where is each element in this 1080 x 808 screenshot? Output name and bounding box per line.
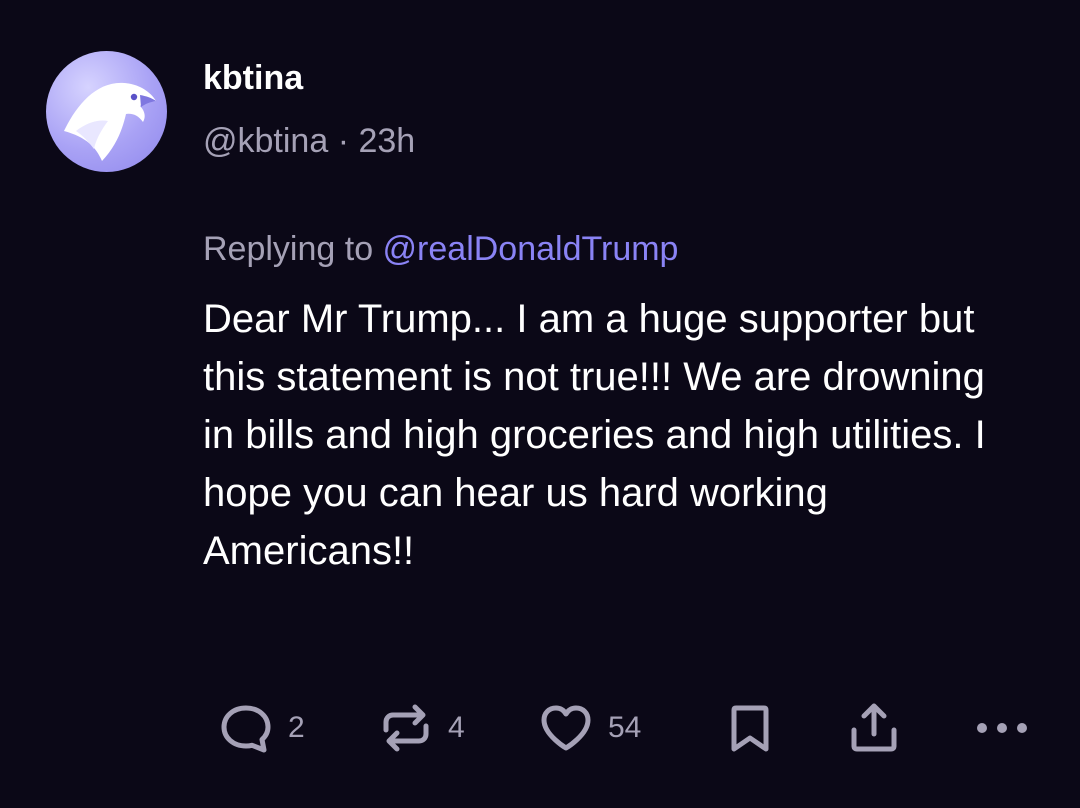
separator: ·	[328, 122, 359, 160]
display-name[interactable]: kbtina	[203, 58, 303, 98]
reply-count: 2	[288, 711, 305, 744]
reply-button[interactable]: 2	[218, 700, 305, 756]
action-bar: 2 4 54	[0, 700, 1080, 756]
reply-prefix: Replying to	[203, 230, 383, 268]
timestamp[interactable]: 23h	[358, 122, 415, 160]
post-card: kbtina @kbtina · 23h Replying to @realDo…	[0, 0, 1080, 808]
bookmark-button[interactable]	[722, 700, 778, 756]
like-button[interactable]: 54	[538, 700, 641, 756]
share-button[interactable]	[846, 700, 902, 756]
bookmark-icon	[731, 705, 769, 752]
reply-mention-link[interactable]: @realDonaldTrump	[383, 230, 679, 268]
more-options-button[interactable]	[974, 700, 1030, 756]
repost-icon	[383, 704, 429, 752]
repost-button[interactable]: 4	[378, 700, 465, 756]
like-count: 54	[608, 711, 642, 744]
handle[interactable]: @kbtina	[203, 122, 328, 160]
repost-count: 4	[448, 711, 465, 744]
avatar[interactable]	[46, 51, 167, 172]
handle-line: @kbtina · 23h	[203, 120, 415, 162]
post-text: Dear Mr Trump... I am a huge supporter b…	[203, 297, 986, 573]
eagle-avatar-icon	[64, 82, 156, 161]
more-icon	[977, 723, 1027, 733]
comment-icon	[221, 705, 271, 753]
reply-context: Replying to @realDonaldTrump	[203, 228, 678, 270]
share-icon	[851, 703, 897, 752]
heart-icon	[541, 705, 591, 751]
